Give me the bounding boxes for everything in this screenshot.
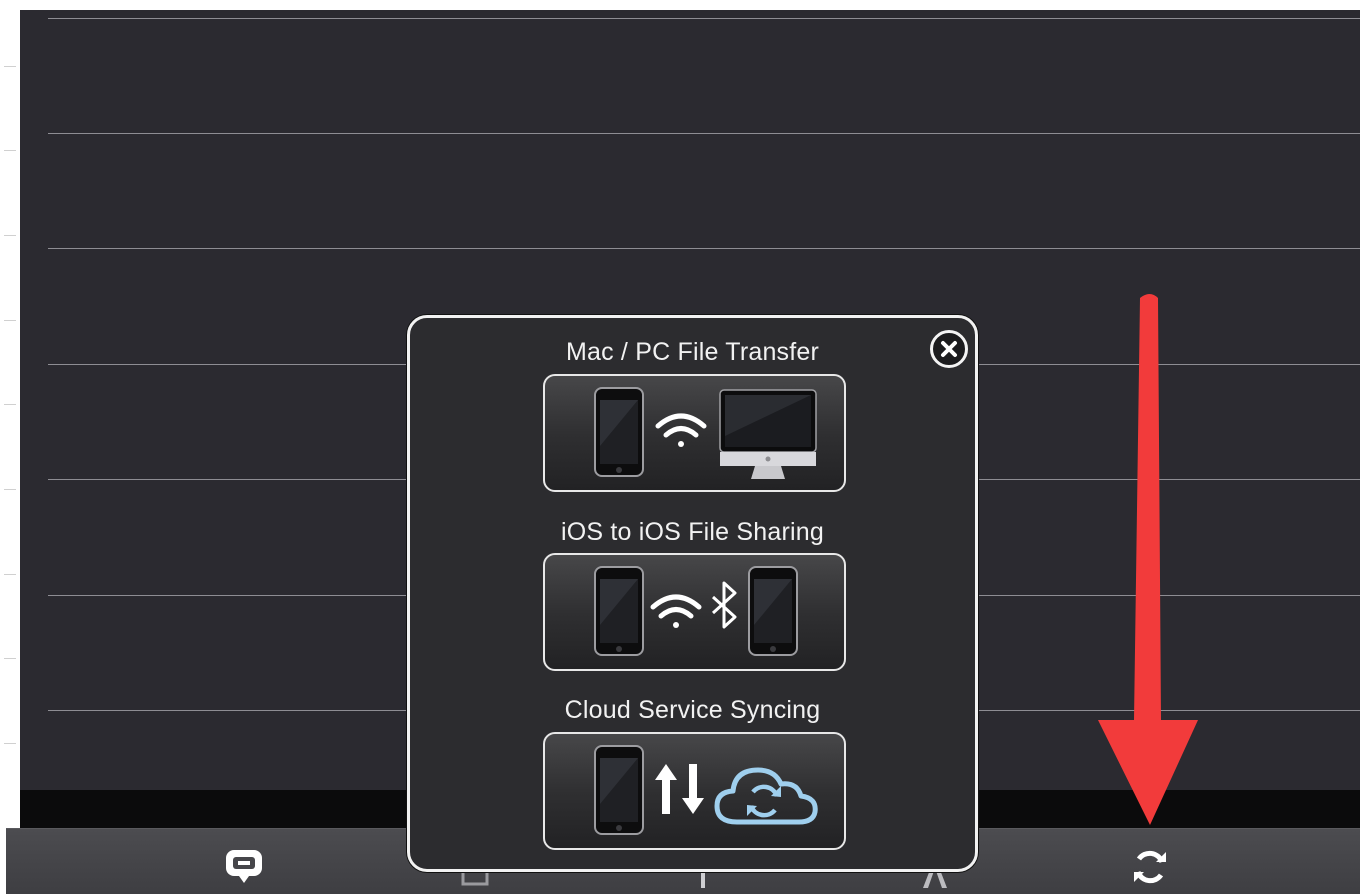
iphone-icon bbox=[748, 566, 798, 656]
sync-icon bbox=[1134, 850, 1166, 884]
ios-to-ios-sharing-button[interactable] bbox=[543, 553, 846, 671]
imac-icon bbox=[719, 389, 817, 479]
iphone-icon bbox=[594, 387, 644, 477]
ruled-line bbox=[48, 248, 1360, 249]
section-title-ios-to-ios: iOS to iOS File Sharing bbox=[560, 518, 825, 546]
mac-pc-transfer-button[interactable] bbox=[543, 374, 846, 492]
section-title-cloud: Cloud Service Syncing bbox=[564, 696, 821, 724]
cloud-syncing-button[interactable] bbox=[543, 732, 846, 850]
gutter-tick bbox=[4, 404, 16, 405]
comment-button[interactable] bbox=[222, 845, 266, 889]
up-down-arrows-icon bbox=[655, 764, 704, 814]
gutter-tick bbox=[4, 743, 16, 744]
gutter-tick bbox=[4, 150, 16, 151]
gutter-tick bbox=[4, 66, 16, 67]
red-arrow-down-icon bbox=[1098, 294, 1198, 825]
gutter-tick bbox=[4, 235, 16, 236]
iphone-icon bbox=[594, 566, 644, 656]
gutter-tick bbox=[4, 574, 16, 575]
wifi-icon bbox=[655, 413, 707, 447]
left-gutter bbox=[0, 0, 20, 893]
ruled-line bbox=[48, 18, 1360, 19]
gutter-tick bbox=[4, 489, 16, 490]
bluetooth-icon bbox=[711, 581, 737, 629]
cloud-sync-icon bbox=[714, 767, 818, 825]
gutter-tick bbox=[4, 320, 16, 321]
gutter-tick bbox=[4, 658, 16, 659]
comment-icon bbox=[226, 850, 262, 883]
iphone-icon bbox=[594, 745, 644, 835]
sync-button[interactable] bbox=[1128, 845, 1172, 889]
transfer-popup: Mac / PC File Transfer iOS to iOS File S… bbox=[407, 315, 978, 872]
section-title-mac-pc: Mac / PC File Transfer bbox=[565, 338, 820, 366]
wifi-icon bbox=[650, 594, 702, 628]
ruled-line bbox=[48, 133, 1360, 134]
